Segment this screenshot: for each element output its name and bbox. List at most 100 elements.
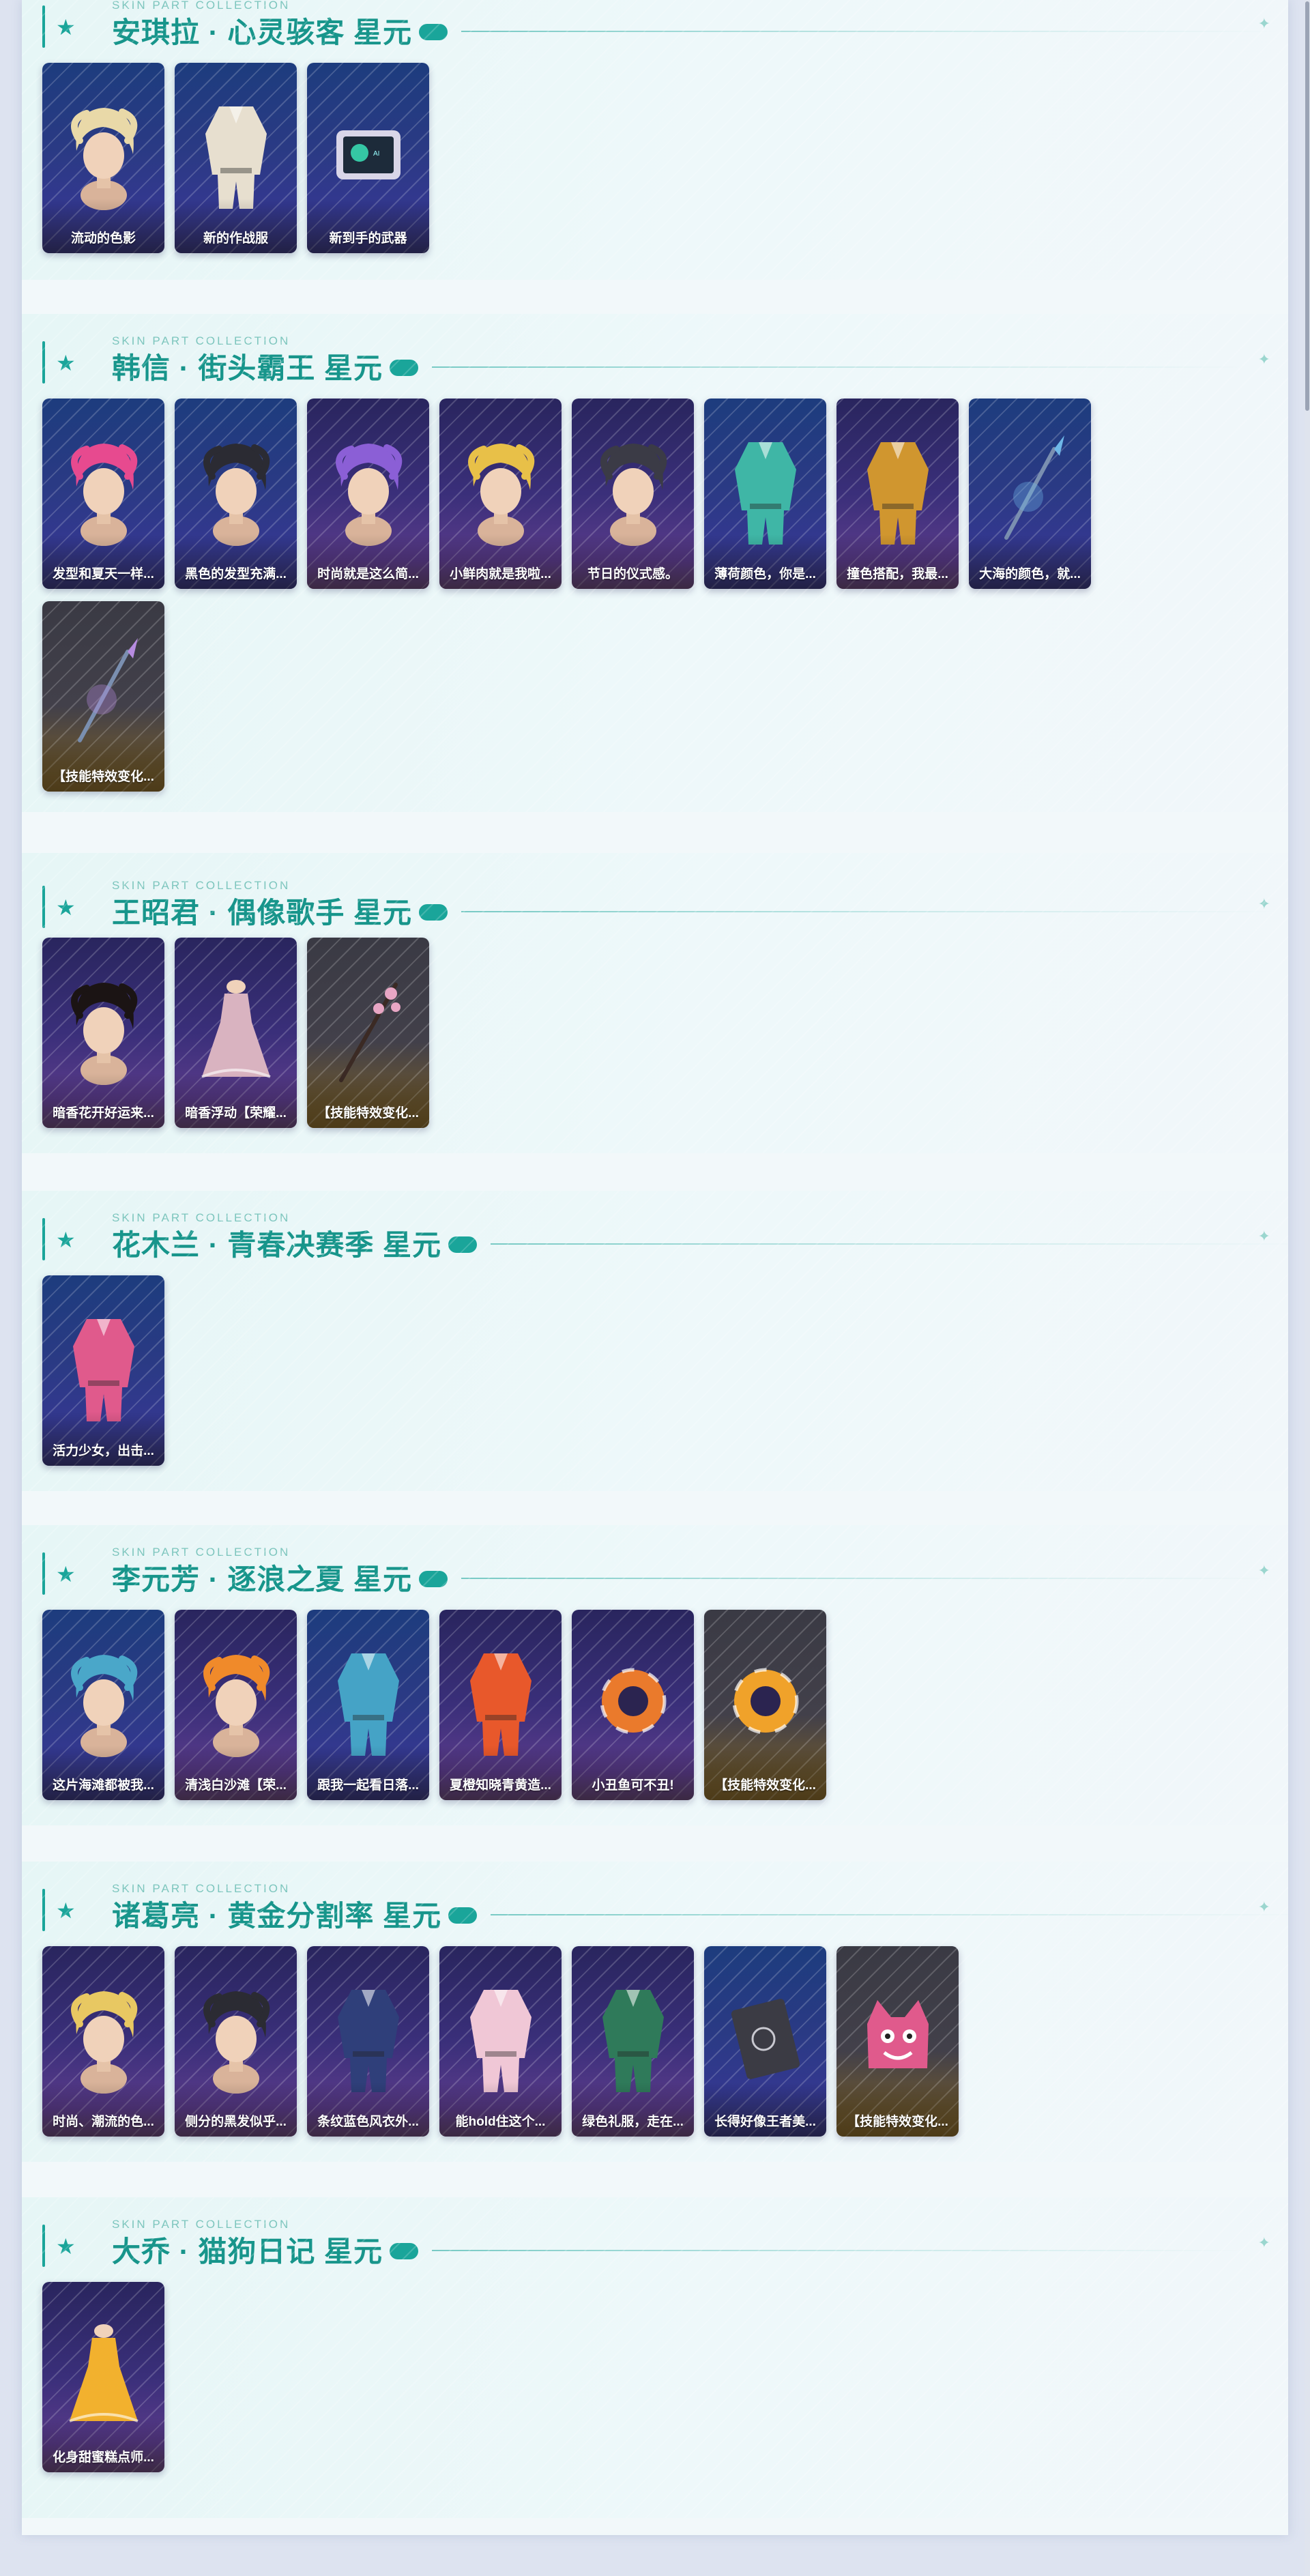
card-label: 能hold住这个... (455, 2115, 546, 2129)
outfit-icon (589, 1976, 678, 2099)
skin-part-card[interactable]: 【技能特效变化... (307, 938, 429, 1128)
card-label: 活力少女，出击... (53, 1444, 154, 1458)
hair-icon (59, 968, 148, 1090)
title-pill-badge (390, 360, 418, 376)
skin-part-card[interactable]: 新的作战服 (175, 63, 297, 253)
section-title: 诸葛亮 · 黄金分割率 星元 (112, 1899, 441, 1932)
skin-part-card[interactable]: 绿色礼服，走在... (572, 1946, 694, 2137)
hair-icon (192, 1640, 280, 1763)
dress-icon (59, 2312, 148, 2435)
page-scrollbar[interactable] (1305, 0, 1310, 2576)
plus-icon: ✦ (1257, 351, 1270, 368)
star-icon: ★ (56, 1228, 76, 1252)
skin-part-card[interactable]: 节日的仪式感。 (572, 399, 694, 589)
section-title-row: 韩信 · 街头霸王 星元 (112, 348, 1251, 384)
item-grid: 化身甜蜜糕点师... (42, 2282, 1091, 2472)
section-title-row: 安琪拉 · 心灵骇客 星元 (112, 12, 1280, 48)
hair-icon (59, 1640, 148, 1763)
card-label: 【技能特效变化... (847, 2115, 948, 2129)
card-label: 【技能特效变化... (714, 1778, 816, 1793)
skin-part-card[interactable]: 时尚就是这么简... (307, 399, 429, 589)
card-label: 新到手的武器 (329, 231, 407, 246)
outfit-icon (854, 429, 942, 551)
skin-part-card[interactable]: 长得好像王者美... (704, 1946, 826, 2137)
card-label: 流动的色影 (70, 231, 136, 246)
skin-part-card[interactable]: 【技能特效变化... (836, 1946, 959, 2137)
item-grid: 发型和夏天一样... 黑色的发型充满... 时尚就是这么简... 小鲜肉就是我啦… (42, 399, 1091, 792)
card-label: 大海的颜色，就... (979, 567, 1081, 581)
ring-icon (721, 1640, 810, 1763)
hair-icon (324, 429, 413, 551)
section-header: ★ SKIN PART COLLECTION 安琪拉 · 心灵骇客 星元 ✦ (42, 0, 1280, 50)
card-label: 清浅白沙滩【荣... (185, 1778, 287, 1793)
skin-part-card[interactable]: 大海的颜色，就... (969, 399, 1091, 589)
skin-part-card[interactable]: 流动的色影 (42, 63, 164, 253)
card-label: 时尚就是这么简... (317, 567, 419, 581)
title-pill-badge (448, 1907, 477, 1924)
section-header: ★ SKIN PART COLLECTION 诸葛亮 · 黄金分割率 星元 ✦ (42, 1882, 1288, 1934)
star-icon: ★ (56, 895, 76, 920)
card-label: 小丑鱼可不丑! (592, 1778, 674, 1793)
skin-part-card[interactable]: 活力少女，出击... (42, 1275, 164, 1466)
skin-part-card[interactable]: 发型和夏天一样... (42, 399, 164, 589)
hair-icon (59, 1976, 148, 2099)
card-label: 夏橙知晓青黄造... (450, 1778, 551, 1793)
plus-icon: ✦ (1257, 1898, 1270, 1915)
skin-part-card[interactable]: 能hold住这个... (439, 1946, 562, 2137)
header-divider (491, 1914, 1288, 1915)
skin-part-card[interactable]: 条纹蓝色风衣外... (307, 1946, 429, 2137)
plus-icon: ✦ (1257, 2234, 1270, 2251)
skin-part-card[interactable]: 黑色的发型充满... (175, 399, 297, 589)
skin-part-card[interactable]: 夏橙知晓青黄造... (439, 1610, 562, 1800)
skin-section: ★ SKIN PART COLLECTION 安琪拉 · 心灵骇客 星元 ✦ 流… (22, 0, 1288, 280)
header-divider (491, 1243, 1288, 1245)
star-icon: ★ (56, 2234, 76, 2259)
scrollbar-thumb[interactable] (1305, 1, 1309, 411)
section-title-row: 王昭君 · 偶像歌手 星元 (112, 893, 1280, 929)
spear-icon (59, 631, 148, 754)
card-label: 发型和夏天一样... (53, 567, 154, 581)
item-grid: 暗香花开好运来... 暗香浮动【荣耀... 【技能特效变化... (42, 938, 1091, 1128)
card-label: 长得好像王者美... (714, 2115, 816, 2129)
skin-part-card[interactable]: 时尚、潮流的色... (42, 1946, 164, 2137)
skin-part-card[interactable]: 【技能特效变化... (42, 601, 164, 792)
skin-part-card[interactable]: 清浅白沙滩【荣... (175, 1610, 297, 1800)
skin-part-card[interactable]: 小丑鱼可不丑! (572, 1610, 694, 1800)
skin-part-card[interactable]: 【技能特效变化... (704, 1610, 826, 1800)
header-divider (432, 2250, 1251, 2251)
skin-part-card[interactable]: 薄荷颜色，你是... (704, 399, 826, 589)
device-icon: AI (324, 93, 413, 216)
hair-icon (456, 429, 545, 551)
header-divider (461, 31, 1280, 32)
header-accent-bar (42, 1552, 45, 1595)
card-label: 【技能特效变化... (53, 770, 154, 784)
star-icon: ★ (56, 1898, 76, 1923)
hair-icon (192, 429, 280, 551)
section-title-row: 李元芳 · 逐浪之夏 星元 (112, 1559, 1280, 1595)
skin-part-card[interactable]: 侧分的黑发似乎... (175, 1946, 297, 2137)
section-title: 花木兰 · 青春决赛季 星元 (112, 1228, 441, 1261)
card-label: 撞色搭配，我最... (847, 567, 948, 581)
skin-part-card[interactable]: 撞色搭配，我最... (836, 399, 959, 589)
skin-part-card[interactable]: 跟我一起看日落... (307, 1610, 429, 1800)
skin-part-card[interactable]: 暗香浮动【荣耀... (175, 938, 297, 1128)
skin-part-card[interactable]: 这片海滩都被我... (42, 1610, 164, 1800)
card-label: 暗香花开好运来... (53, 1106, 154, 1120)
skin-part-card[interactable]: 化身甜蜜糕点师... (42, 2282, 164, 2472)
section-title-row: 诸葛亮 · 黄金分割率 星元 (112, 1896, 1288, 1932)
plus-icon: ✦ (1257, 1228, 1270, 1245)
card-label: 化身甜蜜糕点师... (53, 2450, 154, 2465)
section-header: ★ SKIN PART COLLECTION 王昭君 · 偶像歌手 星元 ✦ (42, 879, 1280, 931)
star-icon: ★ (56, 15, 76, 40)
skin-part-card[interactable]: 小鲜肉就是我啦... (439, 399, 562, 589)
ring-icon (589, 1640, 678, 1763)
card-label: 条纹蓝色风衣外... (317, 2115, 419, 2129)
header-accent-bar (42, 5, 45, 48)
skin-part-card[interactable]: AI 新到手的武器 (307, 63, 429, 253)
section-title: 王昭君 · 偶像歌手 星元 (112, 896, 412, 929)
hair-icon (59, 93, 148, 216)
skin-section: ★ SKIN PART COLLECTION 王昭君 · 偶像歌手 星元 ✦ 暗… (22, 853, 1288, 1153)
skin-part-card[interactable]: 暗香花开好运来... (42, 938, 164, 1128)
card-label: 暗香浮动【荣耀... (185, 1106, 287, 1120)
item-grid: 活力少女，出击... (42, 1275, 1091, 1466)
